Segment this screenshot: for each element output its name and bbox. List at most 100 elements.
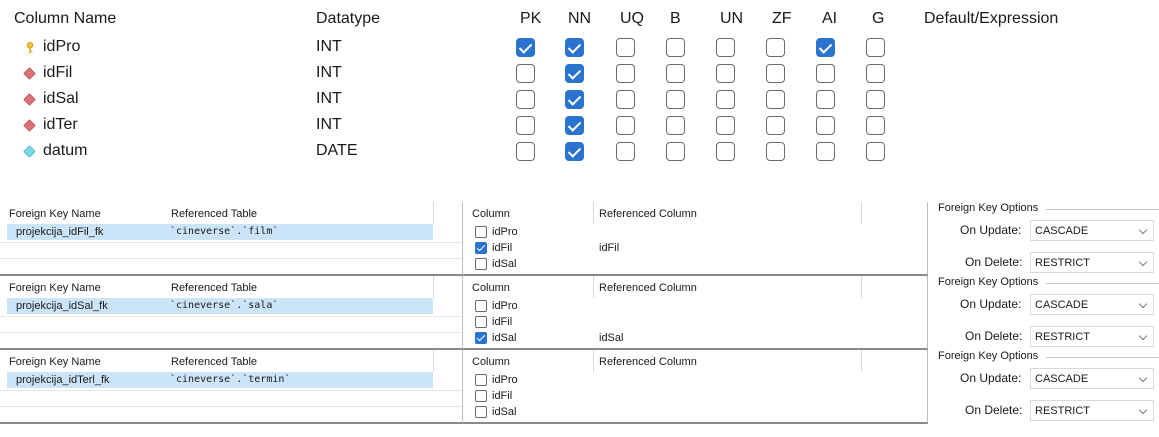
fk-column-row[interactable]: idFil idFil [472,240,912,256]
column-row[interactable]: idPro INT [0,36,1159,60]
column-name-cell[interactable]: datum [43,142,87,160]
un-checkbox[interactable] [716,90,735,109]
header-nn[interactable]: NN [568,10,591,28]
fk-referenced-table-header[interactable]: Referenced Table [171,208,257,220]
ai-checkbox[interactable] [816,90,835,109]
un-checkbox[interactable] [716,64,735,83]
fk-column-checkbox[interactable] [475,406,487,418]
fk-column-row[interactable]: idFil [472,314,912,330]
b-checkbox[interactable] [666,90,685,109]
fk-referenced-table-cell[interactable]: `cineverse`.`termin` [170,374,290,385]
fk-column-checkbox[interactable] [475,422,487,424]
column-name-cell[interactable]: idSal [43,90,79,108]
nn-checkbox[interactable] [565,38,584,57]
ai-checkbox[interactable] [816,116,835,135]
fk-column-checkbox[interactable] [475,390,487,402]
fk-column-row[interactable]: idTer idTer [472,420,912,424]
fk-referenced-column-value[interactable]: idTer [599,422,623,424]
datatype-cell[interactable]: INT [316,116,342,134]
header-zf[interactable]: ZF [772,10,792,28]
header-pk[interactable]: PK [520,10,541,28]
column-row[interactable]: datum DATE [0,140,1159,164]
fk-column-checkbox[interactable] [475,332,487,344]
on-delete-select[interactable]: RESTRICT [1030,326,1154,347]
fk-name-cell[interactable]: projekcija_idTerl_fk [16,374,110,386]
fk-name-header[interactable]: Foreign Key Name [9,356,101,368]
fk-column-header[interactable]: Column [472,208,510,220]
nn-checkbox[interactable] [565,116,584,135]
header-g[interactable]: G [872,10,884,28]
fk-column-header[interactable]: Column [472,282,510,294]
fk-row-selected[interactable]: projekcija_idFil_fk `cineverse`.`film` [7,224,433,240]
pk-checkbox[interactable] [516,116,535,135]
fk-column-header[interactable]: Column [472,356,510,368]
fk-referenced-column-header[interactable]: Referenced Column [599,208,697,220]
un-checkbox[interactable] [716,116,735,135]
zf-checkbox[interactable] [766,116,785,135]
b-checkbox[interactable] [666,142,685,161]
column-name-cell[interactable]: idTer [43,116,78,134]
g-checkbox[interactable] [866,90,885,109]
fk-column-checkbox[interactable] [475,316,487,328]
fk-referenced-table-cell[interactable]: `cineverse`.`film` [170,226,278,237]
column-row[interactable]: idTer INT [0,114,1159,138]
fk-column-row[interactable]: idPro [472,224,912,240]
on-delete-select[interactable]: RESTRICT [1030,400,1154,421]
zf-checkbox[interactable] [766,38,785,57]
header-datatype[interactable]: Datatype [316,10,380,28]
fk-name-cell[interactable]: projekcija_idSal_fk [16,300,108,312]
fk-column-row[interactable]: idFil [472,388,912,404]
pk-checkbox[interactable] [516,64,535,83]
fk-row-selected[interactable]: projekcija_idSal_fk `cineverse`.`sala` [7,298,433,314]
ai-checkbox[interactable] [816,142,835,161]
nn-checkbox[interactable] [565,142,584,161]
header-column-name[interactable]: Column Name [14,10,116,28]
datatype-cell[interactable]: INT [316,90,342,108]
g-checkbox[interactable] [866,64,885,83]
uq-checkbox[interactable] [616,116,635,135]
header-b[interactable]: B [670,10,681,28]
fk-column-checkbox[interactable] [475,258,487,270]
fk-referenced-table-header[interactable]: Referenced Table [171,356,257,368]
fk-referenced-column-value[interactable]: idFil [599,242,619,254]
zf-checkbox[interactable] [766,142,785,161]
fk-name-header[interactable]: Foreign Key Name [9,282,101,294]
on-update-select[interactable]: CASCADE [1030,294,1154,315]
header-un[interactable]: UN [720,10,743,28]
nn-checkbox[interactable] [565,64,584,83]
pk-checkbox[interactable] [516,142,535,161]
fk-column-checkbox[interactable] [475,374,487,386]
uq-checkbox[interactable] [616,142,635,161]
g-checkbox[interactable] [866,38,885,57]
ai-checkbox[interactable] [816,64,835,83]
on-update-select[interactable]: CASCADE [1030,220,1154,241]
ai-checkbox[interactable] [816,38,835,57]
fk-column-row[interactable]: idSal [472,256,912,272]
b-checkbox[interactable] [666,38,685,57]
header-ai[interactable]: AI [822,10,837,28]
fk-referenced-column-header[interactable]: Referenced Column [599,282,697,294]
header-uq[interactable]: UQ [620,10,644,28]
pk-checkbox[interactable] [516,90,535,109]
fk-column-checkbox[interactable] [475,300,487,312]
column-row[interactable]: idFil INT [0,62,1159,86]
column-name-cell[interactable]: idPro [43,38,80,56]
column-name-cell[interactable]: idFil [43,64,72,82]
uq-checkbox[interactable] [616,90,635,109]
nn-checkbox[interactable] [565,90,584,109]
b-checkbox[interactable] [666,116,685,135]
un-checkbox[interactable] [716,38,735,57]
datatype-cell[interactable]: INT [316,38,342,56]
fk-column-row[interactable]: idPro [472,372,912,388]
fk-referenced-column-header[interactable]: Referenced Column [599,356,697,368]
header-default-expression[interactable]: Default/Expression [924,10,1058,28]
fk-row-selected[interactable]: projekcija_idTerl_fk `cineverse`.`termin` [7,372,433,388]
fk-column-row[interactable]: idPro [472,298,912,314]
column-row[interactable]: idSal INT [0,88,1159,112]
zf-checkbox[interactable] [766,64,785,83]
pk-checkbox[interactable] [516,38,535,57]
uq-checkbox[interactable] [616,64,635,83]
datatype-cell[interactable]: DATE [316,142,357,160]
b-checkbox[interactable] [666,64,685,83]
zf-checkbox[interactable] [766,90,785,109]
